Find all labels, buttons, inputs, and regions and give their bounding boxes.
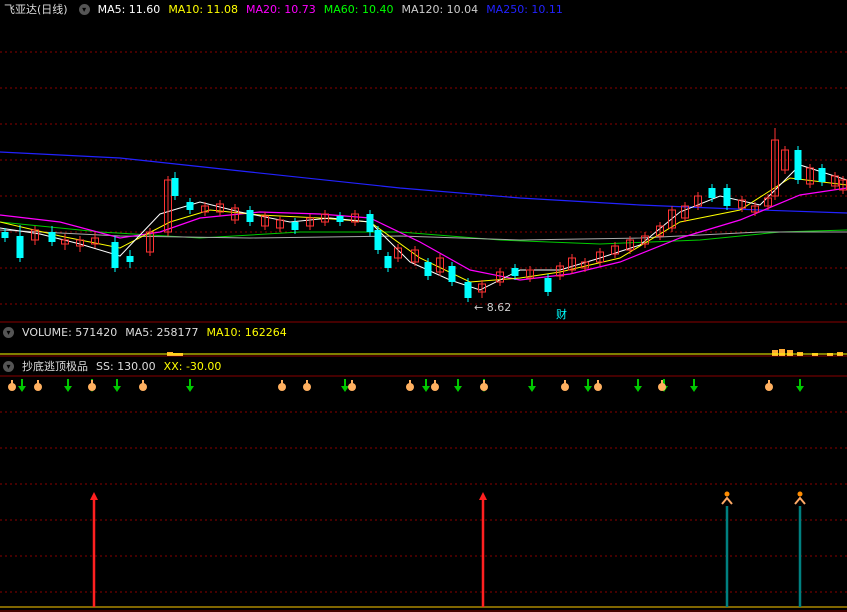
buy-arrow-icon bbox=[422, 386, 430, 392]
hand-icon bbox=[11, 380, 13, 386]
person-icon bbox=[797, 491, 803, 497]
buy-arrow-icon bbox=[186, 386, 194, 392]
candle-body-down bbox=[544, 278, 552, 292]
buy-arrow-icon bbox=[113, 386, 121, 392]
indicator-name: 抄底逃顶极品 bbox=[22, 360, 88, 373]
buy-arrow-icon bbox=[64, 386, 72, 392]
hand-icon bbox=[91, 380, 93, 386]
hand-icon bbox=[351, 380, 353, 386]
volume-toggle-icon[interactable]: ▾ bbox=[3, 326, 14, 338]
financial-report-marker: 财 bbox=[556, 307, 567, 321]
volume-bar bbox=[772, 350, 778, 356]
kline-chart-canvas[interactable]: ← 8.62 财 bbox=[0, 0, 847, 612]
candle-body-down bbox=[366, 214, 374, 232]
hand-icon bbox=[142, 380, 144, 386]
candle-body-down bbox=[794, 150, 802, 180]
candle-body-down bbox=[464, 282, 472, 298]
candle-body-down bbox=[111, 242, 119, 268]
hand-icon bbox=[409, 380, 411, 386]
hand-icon bbox=[564, 380, 566, 386]
ma250-line bbox=[0, 151, 847, 214]
low-price-label: ← 8.62 bbox=[474, 301, 511, 314]
ma5-line bbox=[0, 164, 847, 291]
volume-ma10: MA10: 162264 bbox=[206, 325, 287, 339]
candle-body-down bbox=[384, 256, 392, 268]
buy-arrow-icon bbox=[690, 386, 698, 392]
candle-body-down bbox=[126, 256, 134, 262]
candle-body-down bbox=[723, 188, 731, 206]
volume-value: VOLUME: 571420 bbox=[22, 325, 118, 339]
red-signal-arrow-icon bbox=[90, 492, 98, 500]
buy-arrow-icon bbox=[528, 386, 536, 392]
buy-arrow-icon bbox=[454, 386, 462, 392]
buy-arrow-icon bbox=[341, 386, 349, 392]
candle-body-down bbox=[424, 262, 432, 276]
person-icon bbox=[721, 496, 733, 505]
candle-body-down bbox=[1, 232, 9, 238]
volume-bar bbox=[779, 349, 785, 356]
candle-body-down bbox=[336, 216, 344, 222]
indicator-legend: ▾ 抄底逃顶极品 SS: 130.00 XX: -30.00 bbox=[0, 357, 847, 375]
buy-arrow-icon bbox=[584, 386, 592, 392]
indicator-ss: SS: 130.00 bbox=[96, 359, 156, 373]
hand-icon bbox=[281, 380, 283, 386]
candle-body-down bbox=[448, 266, 456, 282]
volume-bar bbox=[787, 350, 793, 356]
hand-icon bbox=[306, 380, 308, 386]
volume-ma5: MA5: 258177 bbox=[125, 325, 199, 339]
hand-icon bbox=[434, 380, 436, 386]
candle-body-down bbox=[186, 202, 194, 210]
hand-icon bbox=[37, 380, 39, 386]
candle-body-down bbox=[291, 222, 299, 230]
person-icon bbox=[794, 496, 806, 505]
candle-body-down bbox=[374, 230, 382, 250]
buy-arrow-icon bbox=[18, 386, 26, 392]
hand-icon bbox=[768, 380, 770, 386]
volume-legend: ▾ VOLUME: 571420 MA5: 258177 MA10: 16226… bbox=[0, 323, 847, 341]
hand-icon bbox=[483, 380, 485, 386]
red-signal-arrow-icon bbox=[479, 492, 487, 500]
person-icon bbox=[724, 491, 730, 497]
hand-icon bbox=[597, 380, 599, 386]
candle-body-down bbox=[246, 210, 254, 222]
ma60-line bbox=[0, 221, 847, 245]
candle-body-down bbox=[48, 232, 56, 242]
candle-body-down bbox=[511, 268, 519, 276]
candle-body-down bbox=[16, 236, 24, 258]
candle-body-down bbox=[708, 188, 716, 198]
hand-icon bbox=[661, 380, 663, 386]
buy-arrow-icon bbox=[796, 386, 804, 392]
buy-arrow-icon bbox=[634, 386, 642, 392]
indicator-xx: XX: -30.00 bbox=[163, 359, 222, 373]
candle-body-down bbox=[818, 168, 826, 182]
ma10-line bbox=[0, 177, 847, 283]
indicator-toggle-icon[interactable]: ▾ bbox=[3, 360, 14, 372]
candle-body-down bbox=[171, 178, 179, 196]
